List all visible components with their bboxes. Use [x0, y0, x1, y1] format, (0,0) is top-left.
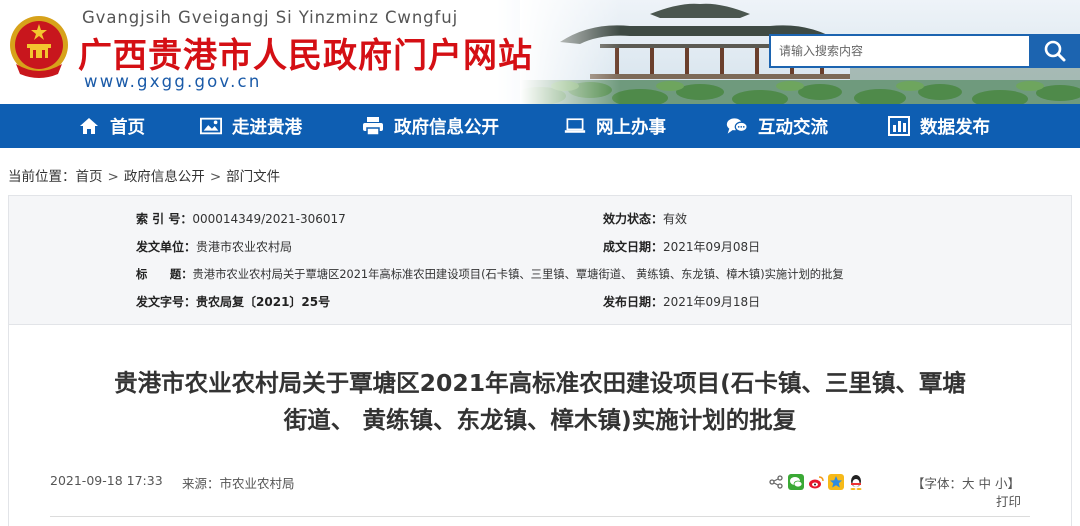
printer-icon: [362, 115, 384, 137]
nav-item-interaction[interactable]: 互动交流: [726, 104, 828, 148]
article-title-line: 街道、 黄练镇、东龙镇、樟木镇)实施计划的批复: [283, 406, 797, 434]
nav-label: 数据发布: [920, 117, 990, 138]
article-title-line: 贵港市农业农村局关于覃塘区2021年高标准农田建设项目(石卡镇、三里镇、覃塘: [114, 369, 966, 397]
site-title[interactable]: 广西贵港市人民政府门户网站: [78, 28, 533, 77]
picture-icon: [200, 115, 222, 137]
font-medium-button[interactable]: 中: [979, 476, 992, 491]
national-emblem-logo: [10, 16, 68, 78]
nav-label: 网上办事: [596, 117, 666, 138]
search-input[interactable]: [769, 34, 1029, 68]
qq-icon[interactable]: [848, 474, 864, 490]
main-nav: 首页 走进贵港 政府信息公开 网上办事 互动交流 数据发布: [0, 104, 1080, 148]
search-icon: [1044, 40, 1065, 62]
breadcrumb-item-home[interactable]: 首页: [76, 169, 103, 185]
font-size-close: 】: [1007, 476, 1021, 491]
info-doc-number: 发文字号：贵农局复〔2021〕25号: [136, 293, 330, 310]
info-value: 有效: [663, 212, 688, 226]
info-index-number: 索 引 号：000014349/2021-306017: [136, 210, 346, 227]
nav-label: 首页: [110, 117, 145, 138]
font-size-control: 【字体：大 中 小】: [912, 473, 1020, 492]
info-label: 索 引 号：: [136, 212, 193, 226]
nav-label: 走进贵港: [232, 117, 302, 138]
nav-label: 互动交流: [758, 117, 828, 138]
home-icon: [78, 115, 100, 137]
info-value: 2021年09月18日: [663, 295, 761, 309]
breadcrumb-prefix: 当前位置：: [8, 169, 76, 185]
font-large-button[interactable]: 大: [962, 476, 975, 491]
info-label: 发文单位：: [136, 240, 197, 254]
nav-item-data-release[interactable]: 数据发布: [888, 104, 990, 148]
print-button[interactable]: 打印: [996, 491, 1021, 510]
article-datetime: 2021-09-18 17:33: [50, 473, 163, 488]
bar-chart-icon: [888, 115, 910, 137]
info-label: 成文日期：: [603, 240, 664, 254]
site-title-pinyin: Gvangjsih Gveigangj Si Yinzminz Cwngfuj: [82, 8, 459, 27]
info-created-date: 成文日期：2021年09月08日: [603, 238, 760, 255]
info-label: 发布日期：: [603, 295, 664, 309]
font-size-open: 【字体：: [912, 476, 963, 491]
search-box: [769, 34, 1080, 68]
share-toolbar: [768, 472, 864, 492]
font-small-button[interactable]: 小: [995, 476, 1008, 491]
nav-label: 政府信息公开: [394, 117, 499, 138]
info-label: 标 题：: [136, 268, 193, 281]
info-issuer: 发文单位：贵港市农业农村局: [136, 238, 292, 255]
chat-bubbles-icon: [726, 115, 748, 137]
weibo-icon[interactable]: [808, 474, 824, 490]
meta-divider: [50, 516, 1030, 517]
info-subject: 标 题：贵港市农业农村局关于覃塘区2021年高标准农田建设项目(石卡镇、三里镇、…: [136, 266, 844, 282]
nav-item-home[interactable]: 首页: [78, 104, 145, 148]
laptop-icon: [564, 115, 586, 137]
qzone-icon[interactable]: [828, 474, 844, 490]
breadcrumb-separator: >: [107, 169, 119, 185]
nav-item-gov-info[interactable]: 政府信息公开: [362, 104, 499, 148]
breadcrumb-item-dept-docs[interactable]: 部门文件: [226, 169, 280, 185]
breadcrumb-separator: >: [209, 169, 222, 185]
info-label: 发文字号：: [136, 295, 197, 309]
breadcrumb: 当前位置：首页 > 政府信息公开 > 部门文件: [8, 165, 280, 185]
info-value: 000014349/2021-306017: [192, 212, 346, 226]
nav-item-online-services[interactable]: 网上办事: [564, 104, 666, 148]
info-value: 贵农局复〔2021〕25号: [196, 295, 331, 309]
info-label: 效力状态：: [603, 212, 664, 226]
info-value: 2021年09月08日: [663, 240, 761, 254]
info-published-date: 发布日期：2021年09月18日: [603, 293, 760, 310]
breadcrumb-item-gov-info[interactable]: 政府信息公开: [124, 169, 205, 185]
share-icon[interactable]: [768, 474, 784, 490]
article-source: 来源：市农业农村局: [182, 473, 295, 492]
article-title: 贵港市农业农村局关于覃塘区2021年高标准农田建设项目(石卡镇、三里镇、覃塘 街…: [0, 365, 1080, 439]
source-value: 市农业农村局: [219, 476, 295, 491]
site-url: www.gxgg.gov.cn: [84, 72, 262, 91]
info-value: 贵港市农业农村局关于覃塘区2021年高标准农田建设项目(石卡镇、三里镇、覃塘街道…: [192, 268, 844, 281]
search-button[interactable]: [1029, 34, 1080, 68]
nav-item-about[interactable]: 走进贵港: [200, 104, 302, 148]
wechat-icon[interactable]: [788, 474, 804, 490]
info-value: 贵港市农业农村局: [196, 240, 293, 254]
source-label: 来源：: [182, 476, 220, 491]
site-header: Gvangjsih Gveigangj Si Yinzminz Cwngfuj …: [0, 0, 1080, 104]
info-validity: 效力状态：有效: [603, 210, 687, 227]
